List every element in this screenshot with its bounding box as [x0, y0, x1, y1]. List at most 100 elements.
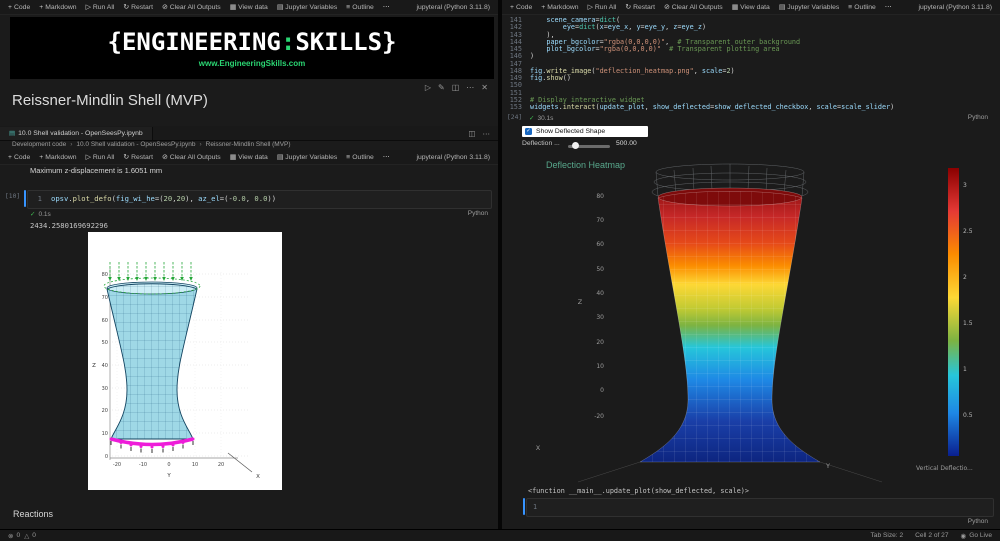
- breadcrumb-item[interactable]: Development code: [12, 141, 66, 148]
- toolbar-button[interactable]: + Markdown: [39, 154, 76, 161]
- toolbar-button-label: View data: [238, 3, 268, 11]
- go-live-button[interactable]: ◉ Go Live: [961, 532, 993, 540]
- execution-count: [24]: [507, 114, 523, 121]
- toolbar-button-icon: ▤: [778, 4, 786, 11]
- toolbar-button[interactable]: ⋯: [885, 3, 894, 11]
- code-editor[interactable]: 1 opsv. plot_defo(fig_wi_he =(20, 20), az_el…: [28, 191, 491, 205]
- kernel-indicator[interactable]: jupyteral (Python 3.11.8): [910, 4, 992, 11]
- x-axis-stub: [227, 452, 253, 473]
- toolbar-button[interactable]: ↻ Restart: [123, 3, 153, 12]
- toolbar-button-label: Code: [13, 153, 31, 161]
- more-actions-icon[interactable]: ⋯: [483, 129, 491, 138]
- delete-cell-icon[interactable]: ✕: [481, 83, 488, 92]
- toolbar-button[interactable]: ⊘ Clear All Outputs: [664, 3, 723, 12]
- toolbar-button-icon: ≡: [346, 153, 351, 161]
- toolbar-button-icon: ≡: [848, 3, 853, 11]
- more-actions-icon[interactable]: ⋯: [466, 83, 474, 92]
- cell-language-label[interactable]: Python: [468, 210, 488, 217]
- problems-warnings[interactable]: △ 0: [24, 532, 36, 540]
- empty-code-cell[interactable]: 1: [526, 498, 994, 517]
- tab-size-indicator[interactable]: Tab Size: 2: [871, 532, 904, 539]
- toolbar-button[interactable]: ≡ Outline: [346, 154, 374, 161]
- chevron-right-icon: ›: [70, 141, 73, 148]
- problems-errors[interactable]: ⊗ 0: [8, 532, 20, 540]
- website-link[interactable]: www.EngineeringSkills.com: [199, 59, 305, 68]
- toolbar-button[interactable]: ↻ Restart: [123, 153, 153, 162]
- notebook-toolbar: + Code + Markdown ▷ Run All ↻ Restart ⊘ …: [502, 0, 1000, 15]
- toolbar-button-label: Outline: [352, 3, 374, 11]
- toolbar-button-icon: ≡: [346, 3, 351, 11]
- toolbar-button-label: Restart: [131, 153, 153, 161]
- checkbox-checked[interactable]: ✓: [525, 128, 532, 135]
- toolbar-button[interactable]: ≡ Outline: [848, 4, 876, 11]
- toolbar-button[interactable]: ▤ Jupyter Variables: [778, 3, 839, 12]
- base-supports: [109, 437, 195, 453]
- split-cell-icon[interactable]: ◫: [452, 83, 460, 92]
- z-tick-label: 20: [102, 408, 108, 414]
- success-check-icon: ✓: [30, 211, 36, 218]
- toolbar-button[interactable]: ⊘ Clear All Outputs: [161, 3, 221, 12]
- toolbar-button[interactable]: + Code: [510, 4, 532, 11]
- toolbar-button[interactable]: ▦ View data: [230, 153, 268, 162]
- toolbar-button[interactable]: ⊘ Clear All Outputs: [162, 153, 221, 162]
- toolbar-button[interactable]: ▷ Run All: [587, 3, 617, 12]
- toolbar-button[interactable]: ↻ Restart: [625, 3, 655, 12]
- code-editor[interactable]: 141 scene_camera = dict(142 eye = dict(x = eye…: [504, 16, 998, 111]
- toolbar-button[interactable]: ≡ Outline: [346, 4, 374, 11]
- z-tick-label: 30: [102, 386, 108, 392]
- toolbar-button-icon: ▤: [276, 154, 284, 161]
- toolbar-button[interactable]: ▤ Jupyter Variables: [277, 3, 337, 12]
- run-cell-icon[interactable]: ▷: [425, 83, 431, 92]
- kernel-indicator[interactable]: jupyteral (Python 3.11.8): [408, 154, 490, 161]
- breadcrumb-item[interactable]: Reissner-Mindlin Shell (MVP): [206, 141, 291, 148]
- toolbar-button[interactable]: ⋯: [383, 153, 392, 161]
- error-count: 0: [16, 532, 21, 539]
- toolbar-button[interactable]: ▤ Jupyter Variables: [276, 153, 337, 162]
- toolbar-button[interactable]: + Markdown: [541, 4, 578, 11]
- colorbar-tick: 1.5: [963, 320, 973, 327]
- toolbar-button-label: Clear All Outputs: [169, 3, 221, 11]
- checkbox-label: Show Deflected Shape: [536, 128, 606, 135]
- toolbar-button[interactable]: + Code: [8, 154, 30, 161]
- toolbar-button[interactable]: + Markdown: [39, 4, 76, 11]
- toolbar-button[interactable]: ▦ View data: [731, 3, 770, 12]
- z-tick-label: 40: [102, 363, 108, 369]
- deflection-slider-handle[interactable]: [572, 142, 579, 149]
- y-axis-label: Y: [166, 473, 171, 479]
- z-tick-label: 80: [102, 272, 108, 278]
- cell-language-label[interactable]: Python: [968, 114, 988, 121]
- code-cell[interactable]: 1 opsv. plot_defo(fig_wi_he =(20, 20), az_el…: [27, 190, 492, 209]
- toolbar-button-label: View data: [238, 153, 268, 161]
- z-tick-label: 50: [596, 266, 604, 273]
- kernel-indicator[interactable]: jupyteral (Python 3.11.8): [408, 4, 490, 11]
- page-title: Reissner-Mindlin Shell (MVP): [12, 92, 208, 109]
- colorbar-tick: 3: [963, 182, 967, 189]
- toolbar-button[interactable]: ⋯: [383, 3, 392, 11]
- toolbar-button[interactable]: ▷ Run All: [86, 3, 115, 12]
- toolbar-button[interactable]: + Code: [8, 4, 30, 11]
- deflection-heatmap-figure[interactable]: Deflection Heatmap 80 70 60 50 40 30 20 …: [520, 152, 986, 484]
- y-tick-label: 20: [218, 462, 224, 468]
- notebook-toolbar: + Code + Markdown ▷ Run All ↻ Restart ⊘ …: [0, 0, 498, 15]
- toolbar-button[interactable]: ▦ View data: [230, 3, 268, 12]
- cell-action-toolbar: ▷ ✎ ◫ ⋯ ✕: [425, 83, 488, 92]
- toolbar-button-icon: ⊘: [161, 4, 168, 11]
- toolbar-button[interactable]: ▷ Run All: [86, 153, 115, 162]
- toolbar-button-icon: ▷: [587, 4, 593, 11]
- toolbar-button-icon: ▦: [731, 4, 739, 11]
- breadcrumb-item[interactable]: 10.0 Shell validation - OpenSeesPy.ipynb: [76, 141, 195, 148]
- toolbar-button-label: Clear All Outputs: [671, 3, 723, 11]
- edit-cell-icon[interactable]: ✎: [438, 83, 445, 92]
- matplotlib-shell-plot: 80 70 60 50 40 30 20 10 0 -20 -10 0 10 2…: [88, 232, 282, 490]
- z-tick-label: 50: [102, 340, 108, 346]
- cell-language-label[interactable]: Python: [968, 518, 988, 525]
- toolbar-button-label: Markdown: [45, 153, 77, 161]
- toolbar-button-label: View data: [740, 3, 770, 11]
- cell-position-indicator[interactable]: Cell 2 of 27: [915, 532, 948, 539]
- y-tick-label: 10: [192, 462, 198, 468]
- chevron-right-icon: ›: [199, 141, 202, 148]
- tab-shell-validation[interactable]: ▤ 10.0 Shell validation - OpenSeesPy.ipy…: [0, 126, 153, 140]
- go-live-label: Go Live: [969, 532, 992, 539]
- split-editor-icon[interactable]: ◫: [468, 129, 475, 138]
- toolbar-button-icon: ↻: [625, 4, 632, 11]
